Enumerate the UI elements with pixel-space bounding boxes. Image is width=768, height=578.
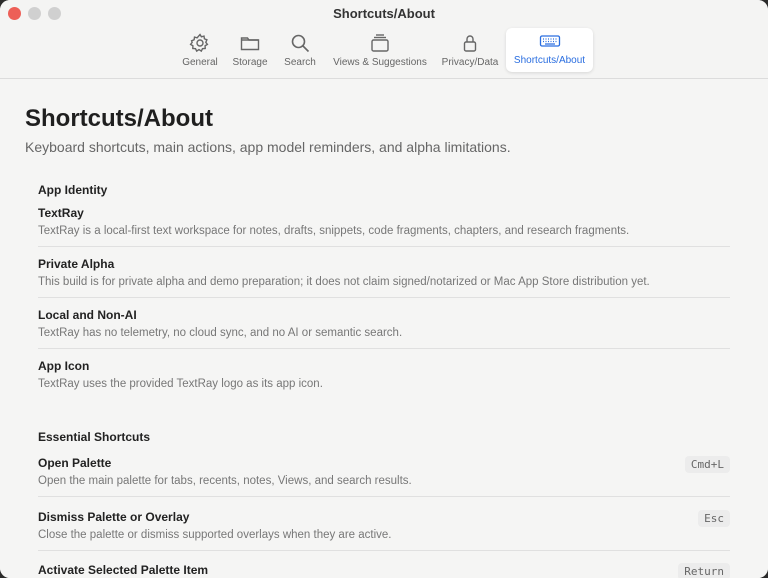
tab-privacy-data-label: Privacy/Data — [441, 57, 499, 68]
tab-shortcuts-about-label: Shortcuts/About — [513, 55, 586, 66]
list-item: Open Palette Open the main palette for t… — [38, 456, 730, 497]
window-title: Shortcuts/About — [333, 6, 435, 21]
tab-shortcuts-about[interactable]: Shortcuts/About — [506, 28, 593, 72]
title-bar: Shortcuts/About General Storage Search V… — [0, 0, 768, 79]
shortcut-key-badge: Cmd+L — [684, 456, 730, 473]
row-title: TextRay — [38, 206, 84, 220]
tab-search[interactable]: Search — [280, 30, 320, 70]
row-title: Open Palette — [38, 456, 112, 470]
tab-privacy-data[interactable]: Privacy/Data — [439, 30, 501, 70]
row-description: TextRay is a local-first text workspace … — [38, 225, 630, 237]
tab-views-suggestions[interactable]: Views & Suggestions — [328, 30, 432, 70]
row-description: Close the palette or dismiss supported o… — [38, 529, 392, 541]
page-subtitle: Keyboard shortcuts, main actions, app mo… — [25, 139, 511, 155]
row-title: Private Alpha — [38, 257, 115, 271]
row-title: Activate Selected Palette Item — [38, 563, 209, 577]
gear-icon — [189, 33, 209, 53]
settings-content[interactable]: Shortcuts/About Keyboard shortcuts, main… — [0, 79, 768, 578]
row-divider — [38, 297, 730, 298]
tab-general-label: General — [182, 57, 218, 68]
list-item: Local and Non-AI TextRay has no telemetr… — [38, 308, 730, 349]
list-item: Dismiss Palette or Overlay Close the pal… — [38, 510, 730, 551]
tab-storage-label: Storage — [232, 57, 268, 68]
stack-icon — [371, 34, 389, 52]
row-description: TextRay has no telemetry, no cloud sync,… — [38, 327, 403, 339]
shortcut-key-badge: Return — [678, 563, 730, 578]
row-divider — [38, 246, 730, 247]
list-item: Activate Selected Palette Item Return — [38, 563, 730, 578]
section-title-app-identity: App Identity — [38, 183, 108, 197]
tab-storage[interactable]: Storage — [230, 30, 270, 70]
row-description: This build is for private alpha and demo… — [38, 276, 650, 288]
row-description: Open the main palette for tabs, recents,… — [38, 475, 412, 487]
settings-window: Shortcuts/About General Storage Search V… — [0, 0, 768, 578]
page-title: Shortcuts/About — [25, 105, 213, 132]
row-divider — [38, 550, 730, 551]
row-description: TextRay uses the provided TextRay logo a… — [38, 378, 323, 390]
row-divider — [38, 496, 730, 497]
lock-icon — [463, 35, 477, 52]
tab-search-label: Search — [284, 57, 316, 68]
row-title: Local and Non-AI — [38, 308, 137, 322]
tab-general[interactable]: General — [180, 30, 220, 70]
list-item: TextRay TextRay is a local-first text wo… — [38, 206, 730, 247]
shortcut-key-badge: Esc — [698, 510, 730, 527]
list-item: Private Alpha This build is for private … — [38, 257, 730, 298]
section-title-essential-shortcuts: Essential Shortcuts — [38, 430, 151, 444]
tab-views-suggestions-label: Views & Suggestions — [333, 57, 427, 68]
folder-icon — [240, 37, 260, 51]
row-title: Dismiss Palette or Overlay — [38, 510, 190, 524]
magnifier-icon — [291, 34, 310, 53]
row-title: App Icon — [38, 359, 90, 373]
keyboard-icon — [539, 35, 560, 47]
row-divider — [38, 348, 730, 349]
list-item: App Icon TextRay uses the provided TextR… — [38, 359, 730, 390]
